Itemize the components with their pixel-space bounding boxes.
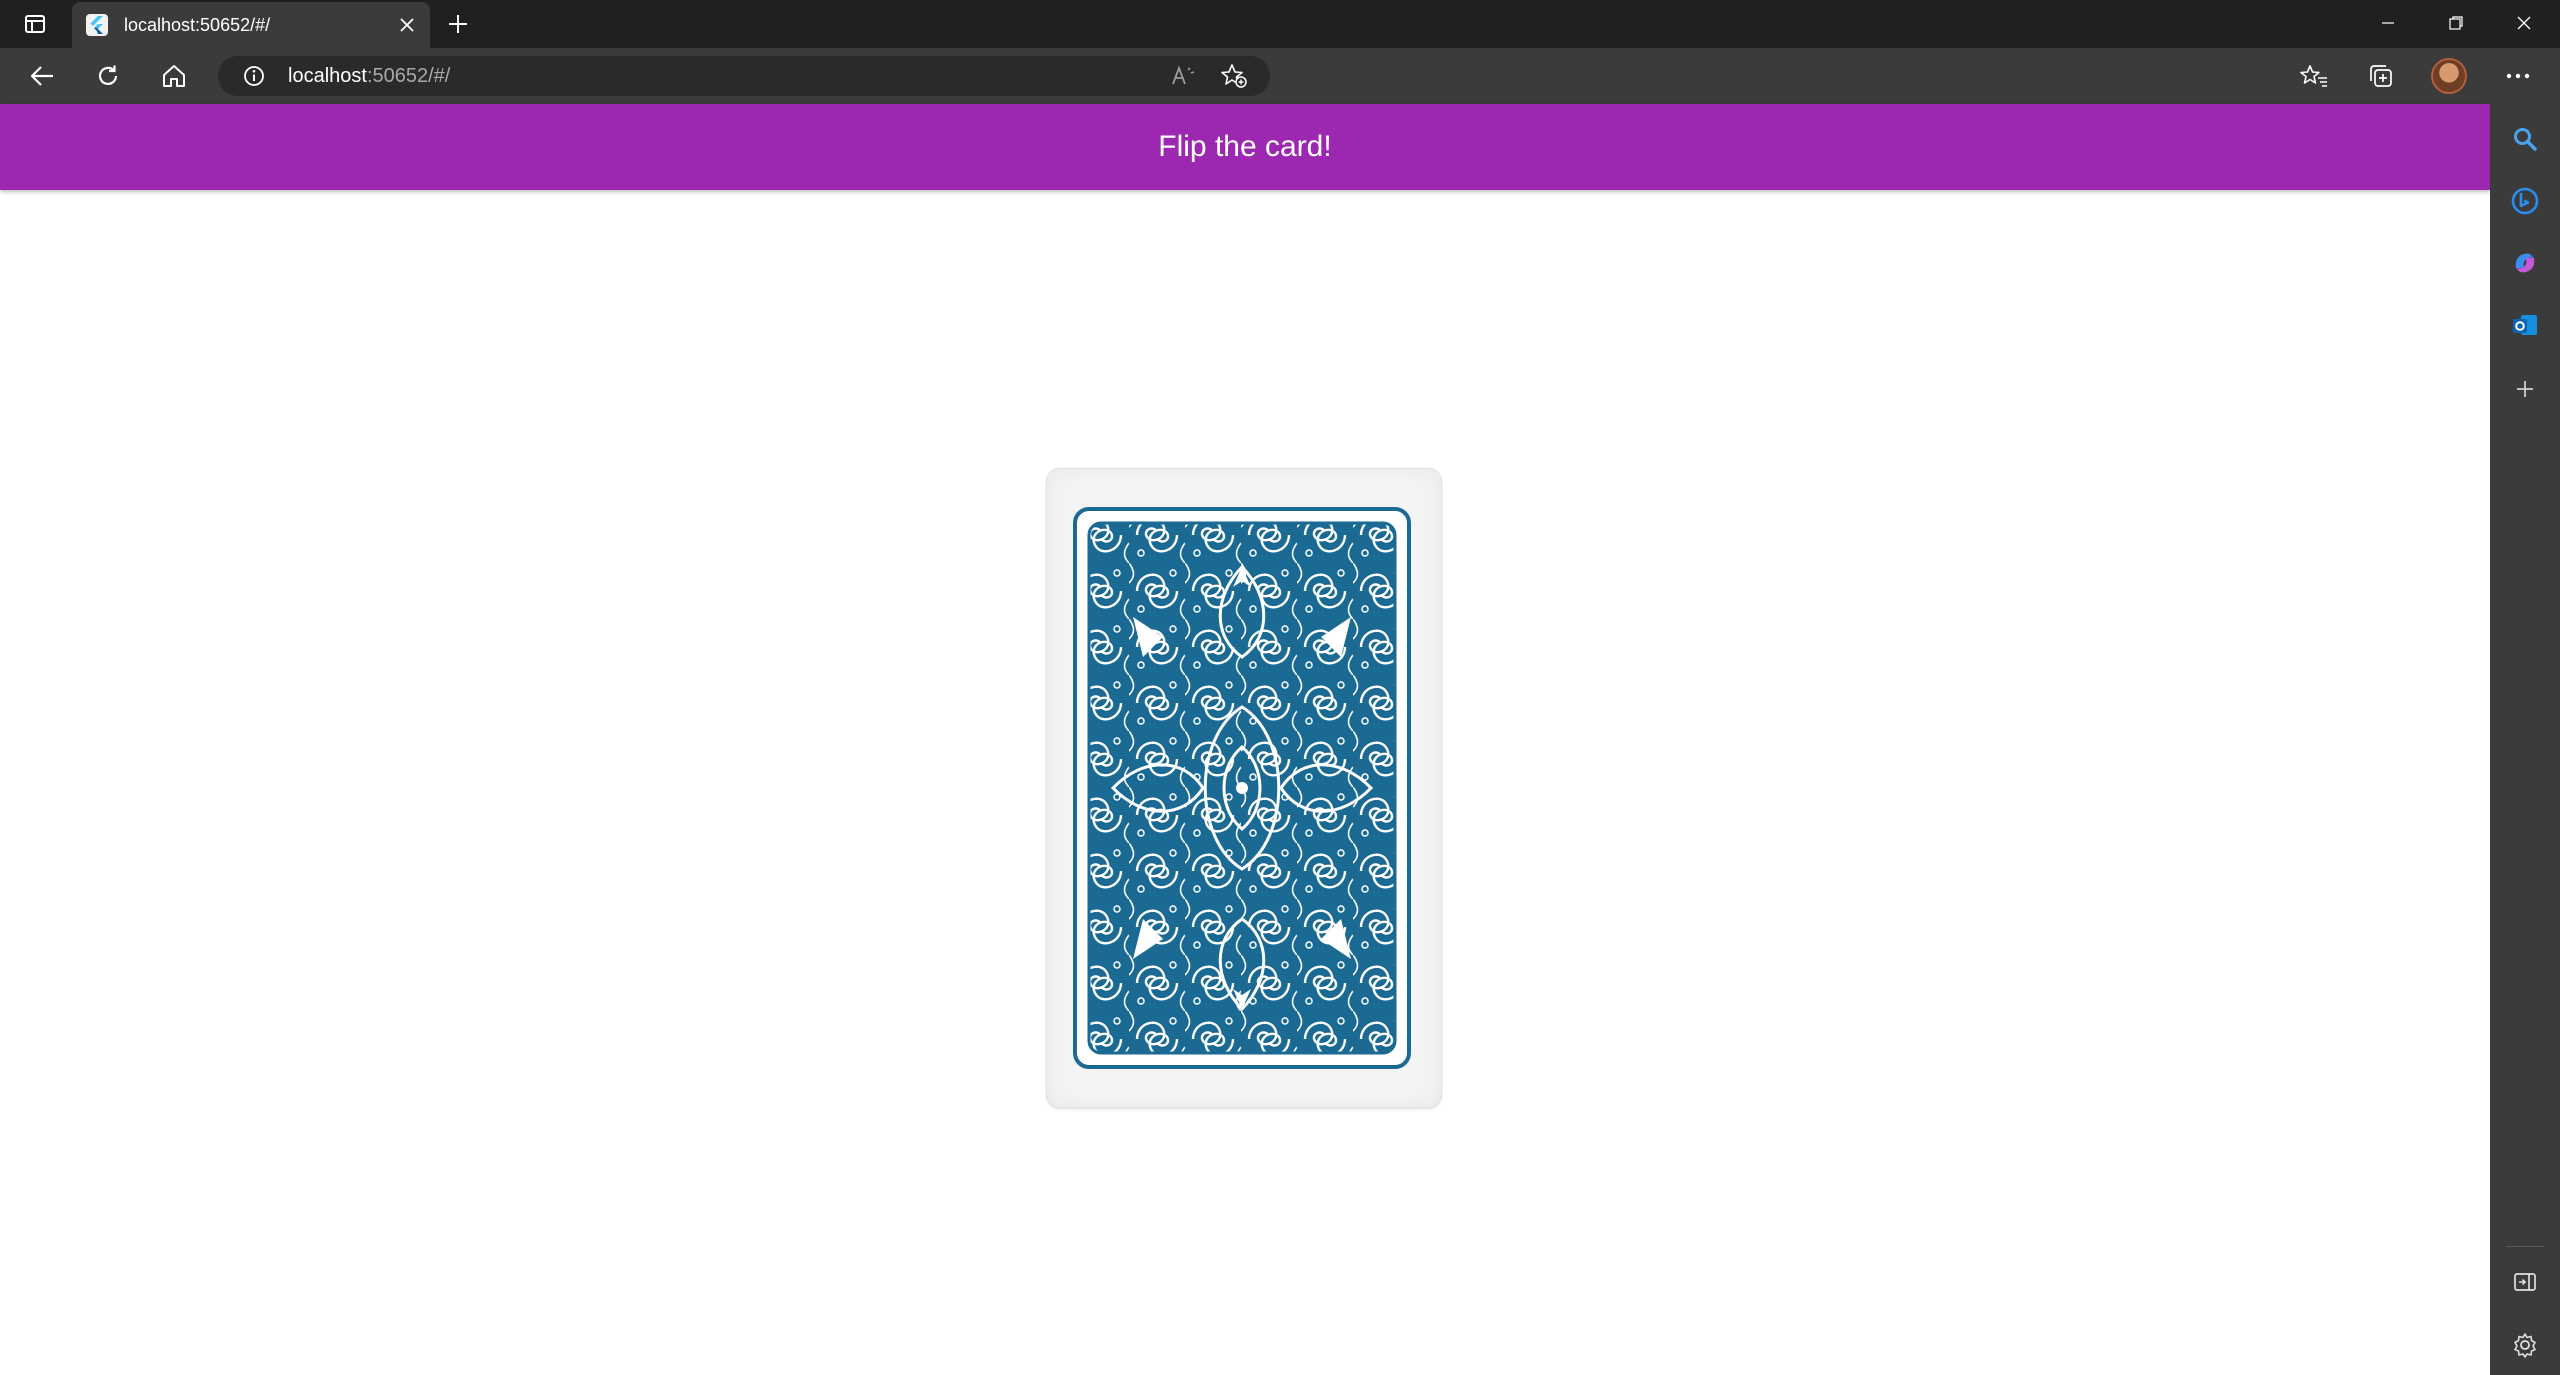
- browser-titlebar: localhost:50652/#/: [0, 0, 2560, 48]
- add-favorite-button[interactable]: [1214, 56, 1254, 96]
- more-icon: [2506, 73, 2530, 79]
- collections-button[interactable]: [2361, 56, 2401, 96]
- hide-sidebar-button[interactable]: [2504, 1261, 2546, 1303]
- home-button[interactable]: [154, 56, 194, 96]
- favorites-icon: [2300, 65, 2327, 87]
- plus-icon: [449, 15, 467, 33]
- address-bar[interactable]: localhost:50652/#/: [218, 56, 1270, 96]
- restore-icon: [2449, 16, 2463, 30]
- page-title: Flip the card!: [1158, 130, 1332, 163]
- bing-icon: [2511, 187, 2539, 215]
- flutter-favicon: [86, 14, 108, 36]
- tab-close-button[interactable]: [390, 8, 424, 42]
- sidebar-divider: [2506, 1246, 2544, 1247]
- sidebar-copilot-button[interactable]: [2504, 242, 2546, 284]
- favorites-button[interactable]: [2294, 56, 2334, 96]
- web-page: Flip the card!: [0, 104, 2490, 1375]
- add-icon: [2517, 381, 2533, 397]
- hide-sidebar-icon: [2514, 1273, 2536, 1291]
- read-aloud-button[interactable]: [1164, 56, 1204, 96]
- tab-actions-menu-button[interactable]: [18, 10, 52, 38]
- close-icon: [400, 18, 414, 32]
- browser-sidebar: [2490, 104, 2560, 1375]
- close-window-button[interactable]: [2490, 0, 2558, 46]
- profile-avatar[interactable]: [2431, 58, 2467, 94]
- browser-tab[interactable]: localhost:50652/#/: [72, 2, 430, 48]
- card-back-pattern: [1073, 507, 1411, 1069]
- more-button[interactable]: [2498, 56, 2538, 96]
- tab-title: localhost:50652/#/: [124, 14, 271, 35]
- minimize-icon: [2382, 22, 2394, 24]
- browser-toolbar: localhost:50652/#/: [0, 48, 2560, 104]
- playing-card[interactable]: [1046, 468, 1442, 1108]
- read-aloud-icon: [1172, 65, 1195, 85]
- app-bar: Flip the card!: [0, 104, 2490, 190]
- collections-icon: [2370, 65, 2392, 87]
- url-host: localhost: [288, 65, 367, 87]
- sidebar-add-button[interactable]: [2504, 368, 2546, 410]
- tab-actions-icon: [25, 15, 45, 33]
- refresh-button[interactable]: [88, 56, 128, 96]
- site-info-button[interactable]: [242, 64, 266, 88]
- minimize-button[interactable]: [2354, 0, 2422, 46]
- url-text[interactable]: localhost:50652/#/: [288, 65, 450, 88]
- search-icon: [2514, 128, 2537, 151]
- outlook-icon: [2513, 315, 2537, 335]
- home-icon: [163, 65, 185, 87]
- url-path: :50652/#/: [366, 65, 451, 87]
- sidebar-bing-button[interactable]: [2504, 180, 2546, 222]
- sidebar-outlook-button[interactable]: [2504, 304, 2546, 346]
- close-icon: [2517, 16, 2531, 30]
- back-button[interactable]: [22, 56, 62, 96]
- copilot-icon: [2515, 253, 2535, 273]
- info-icon: [244, 66, 264, 86]
- back-icon: [30, 66, 53, 86]
- restore-button[interactable]: [2422, 0, 2490, 46]
- new-tab-button[interactable]: [440, 6, 476, 42]
- sidebar-search-button[interactable]: [2504, 118, 2546, 160]
- settings-icon: [2514, 1333, 2536, 1358]
- sidebar-settings-button[interactable]: [2504, 1324, 2546, 1366]
- add-favorite-icon: [1221, 64, 1247, 88]
- refresh-icon: [98, 65, 118, 85]
